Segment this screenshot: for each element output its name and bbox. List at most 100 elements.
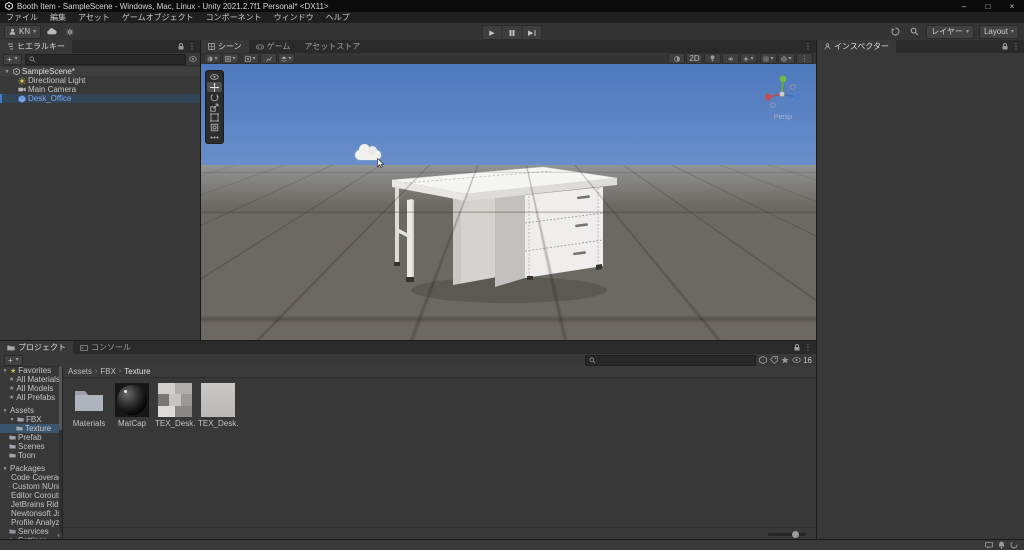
scene-visibility-eye-icon[interactable] (189, 56, 197, 62)
thumbnail-size-slider[interactable] (768, 530, 806, 538)
hierarchy-scene-row[interactable]: ▼ SampleScene* (0, 67, 200, 76)
projection-label[interactable]: Persp (760, 114, 806, 121)
expander-icon[interactable]: ▼ (3, 69, 11, 75)
lock-icon[interactable] (1002, 43, 1008, 50)
folder-toon[interactable]: Toon (0, 451, 62, 460)
expander-icon[interactable]: ▼ (2, 368, 8, 374)
debug-draw-dropdown[interactable]: ▾ (222, 53, 239, 64)
account-dropdown[interactable]: KN ▾ (4, 24, 42, 39)
scale-tool-button[interactable] (207, 102, 222, 112)
2d-toggle[interactable]: 2D (686, 53, 703, 64)
metrics-button[interactable] (260, 53, 277, 64)
create-asset-button[interactable]: + ▾ (4, 354, 23, 366)
package-profile-analyzer[interactable]: Profile Analyzer (0, 518, 62, 527)
file-matcap[interactable]: MatCap (112, 383, 152, 428)
package-custom-nunit[interactable]: Custom NUnit (0, 482, 62, 491)
expander-icon[interactable]: ▼ (2, 466, 8, 472)
rect-tool-button[interactable] (207, 112, 222, 122)
project-search[interactable] (585, 354, 757, 366)
hierarchy-item-desk-office[interactable]: Desk_Office (0, 94, 200, 103)
transform-tool-button[interactable] (207, 122, 222, 132)
file-tex-desk-atlas[interactable]: TEX_Desk... (155, 383, 195, 428)
search-everything-button[interactable] (907, 26, 921, 38)
hierarchy-item-main-camera[interactable]: Main Camera (0, 85, 200, 94)
tree-scrollbar-thumb[interactable] (59, 366, 62, 430)
pause-button[interactable] (502, 25, 523, 40)
preferences-button[interactable] (63, 26, 77, 38)
folder-fbx[interactable]: ▼ FBX (0, 415, 62, 424)
menu-component[interactable]: コンポーネント (200, 12, 268, 23)
maximize-button[interactable]: □ (976, 0, 1000, 12)
package-code-coverage[interactable]: Code Coverage (0, 473, 62, 482)
layout-dropdown[interactable]: Layout ▾ (978, 24, 1019, 39)
menu-help[interactable]: ヘルプ (320, 12, 356, 23)
grid-visibility-dropdown[interactable]: ▾ (760, 53, 777, 64)
breadcrumb-assets[interactable]: Assets (68, 367, 92, 376)
menu-assets[interactable]: アセット (72, 12, 116, 23)
favorites-header[interactable]: ▼ ★ Favorites (0, 366, 62, 375)
expander-icon[interactable]: ▼ (9, 417, 15, 423)
overlay-menu-dropdown[interactable]: ▾ (278, 53, 295, 64)
package-services[interactable]: Services (0, 527, 62, 536)
cloud-services-button[interactable] (45, 26, 59, 38)
kebab-menu-icon[interactable]: ⋮ (804, 42, 812, 51)
view-tool-button[interactable] (207, 72, 222, 82)
lock-icon[interactable] (794, 344, 800, 351)
layers-dropdown[interactable]: レイヤー ▾ (926, 24, 974, 39)
gizmos-dropdown[interactable]: ▾ (778, 53, 795, 64)
menu-gameobject[interactable]: ゲームオブジェクト (116, 12, 200, 23)
menu-edit[interactable]: 編集 (44, 12, 72, 23)
folder-prefab[interactable]: Prefab (0, 433, 62, 442)
packages-root[interactable]: ▼ Packages (0, 464, 62, 473)
audio-toggle[interactable] (722, 53, 739, 64)
hidden-packages-toggle[interactable]: 16 (792, 356, 812, 365)
undo-history-button[interactable] (888, 26, 902, 38)
favorite-all-materials[interactable]: ★ All Materials (0, 375, 62, 384)
search-by-label-icon[interactable] (770, 356, 778, 364)
lighting-toggle[interactable] (704, 53, 721, 64)
notification-bell-icon[interactable] (998, 541, 1005, 549)
tab-game[interactable]: ゲーム (249, 40, 298, 53)
assets-root[interactable]: ▼ Assets (0, 406, 62, 415)
favorite-all-models[interactable]: ★ All Models (0, 384, 62, 393)
package-newtonsoft[interactable]: Newtonsoft Json (0, 509, 62, 518)
hierarchy-search[interactable] (24, 53, 186, 65)
project-search-input[interactable] (598, 356, 753, 364)
desk-3d-model[interactable] (391, 166, 619, 316)
file-tex-desk-plain[interactable]: TEX_Desk... (198, 383, 238, 428)
create-object-button[interactable]: + ▾ (3, 53, 22, 65)
skybox-toggle[interactable] (668, 53, 685, 64)
hierarchy-item-directional-light[interactable]: Directional Light (0, 76, 200, 85)
scene-view-kebab[interactable]: ⋮ (796, 53, 813, 64)
save-search-icon[interactable] (781, 356, 789, 364)
effects-dropdown[interactable]: ▾ (740, 53, 757, 64)
render-doc-dropdown[interactable]: ▾ (242, 53, 259, 64)
file-materials[interactable]: Materials (69, 383, 109, 428)
custom-tool-button[interactable] (207, 132, 222, 142)
menu-file[interactable]: ファイル (0, 12, 44, 23)
package-jetbrains[interactable]: JetBrains Rider Editor (0, 500, 62, 509)
slider-knob[interactable] (792, 530, 799, 538)
tab-scene[interactable]: シーン (201, 40, 249, 53)
minimize-button[interactable]: – (952, 0, 976, 12)
breadcrumb-fbx[interactable]: FBX (100, 367, 116, 376)
kebab-menu-icon[interactable]: ⋮ (1012, 42, 1020, 51)
tab-inspector[interactable]: インスペクター (817, 40, 896, 53)
step-button[interactable]: ▶ (522, 25, 543, 40)
tab-project[interactable]: プロジェクト (0, 341, 73, 354)
breadcrumb-texture[interactable]: Texture (124, 367, 150, 376)
hierarchy-search-input[interactable] (37, 55, 182, 63)
move-tool-button[interactable] (207, 82, 222, 92)
kebab-menu-icon[interactable]: ⋮ (188, 42, 196, 51)
rotate-tool-button[interactable] (207, 92, 222, 102)
tree-scrollbar[interactable] (59, 366, 62, 532)
scene-viewport[interactable]: Persp (201, 64, 816, 340)
tab-console[interactable]: コンソール (73, 341, 138, 354)
orientation-gizmo[interactable]: Persp (760, 72, 806, 121)
shading-mode-dropdown[interactable]: ▾ (204, 53, 221, 64)
play-button[interactable]: ▶ (481, 25, 503, 40)
search-by-type-icon[interactable] (759, 356, 767, 364)
favorite-all-prefabs[interactable]: ★ All Prefabs (0, 393, 62, 402)
console-message-icon[interactable] (985, 541, 993, 549)
tab-hierarchy[interactable]: ヒエラルキー (0, 40, 72, 53)
